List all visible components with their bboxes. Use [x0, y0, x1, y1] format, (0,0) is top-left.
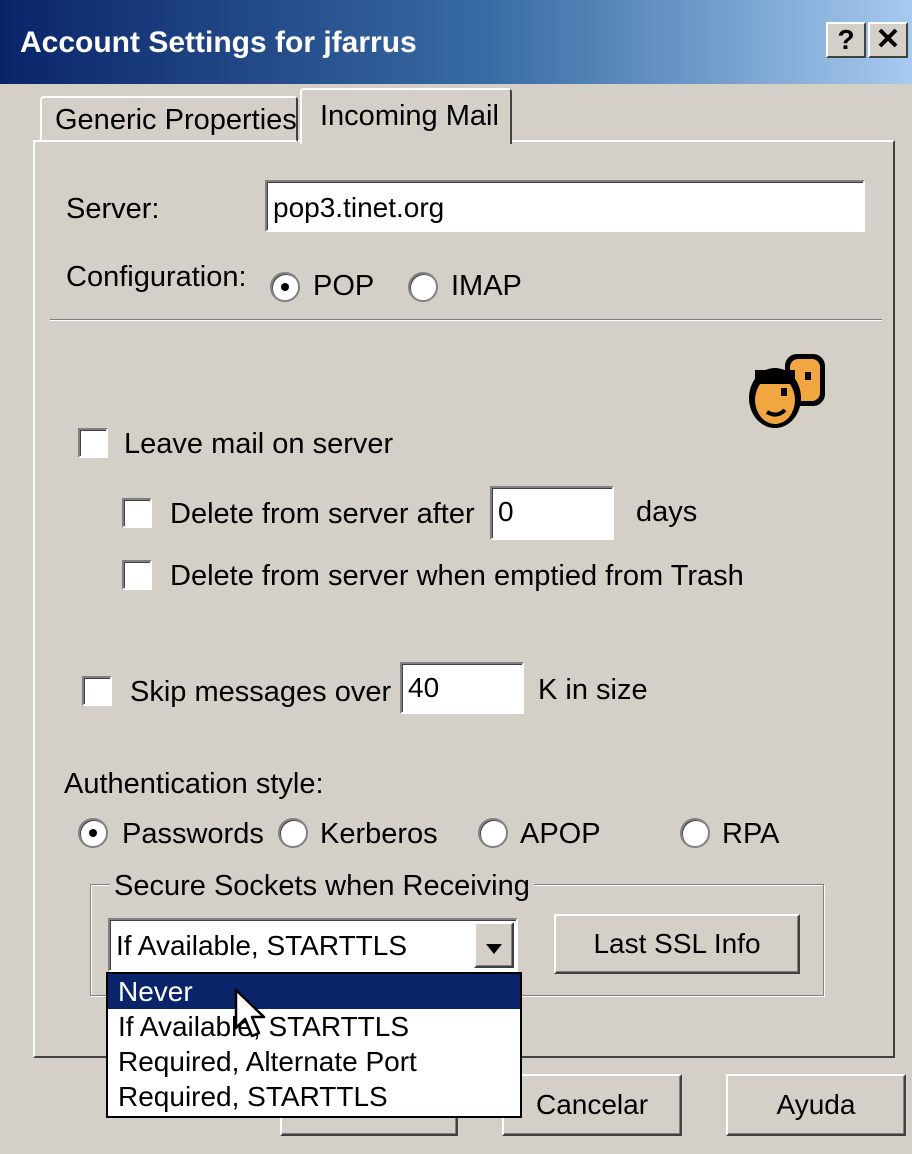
authentication-label: Authentication style: — [64, 768, 324, 800]
server-label: Server: — [66, 193, 160, 225]
close-button[interactable] — [868, 22, 908, 58]
last-ssl-info-button[interactable]: Last SSL Info — [554, 914, 800, 974]
skip-size-input[interactable]: 40 — [400, 662, 524, 714]
separator — [50, 319, 882, 321]
cancel-button[interactable]: Cancelar — [502, 1074, 682, 1136]
dropdown-arrow-button[interactable] — [474, 922, 514, 968]
chevron-down-icon — [486, 929, 502, 961]
dropdown-option-if-available[interactable]: If Available, STARTTLS — [108, 1009, 520, 1044]
secure-sockets-label: Secure Sockets when Receiving — [110, 872, 534, 901]
dropdown-option-never[interactable]: Never — [108, 974, 520, 1009]
tab-incoming-mail[interactable]: Incoming Mail — [300, 88, 512, 144]
configuration-label: Configuration: — [66, 261, 247, 293]
leave-mail-checkbox[interactable] — [78, 428, 108, 458]
server-input[interactable]: pop3.tinet.org — [265, 180, 865, 232]
tab-generic-properties[interactable]: Generic Properties — [40, 96, 298, 142]
delete-trash-label[interactable]: Delete from server when emptied from Tra… — [170, 562, 744, 591]
delete-after-days-input[interactable]: 0 — [490, 486, 614, 540]
tab-label: Incoming Mail — [320, 100, 499, 132]
help-footer-button[interactable]: Ayuda — [726, 1074, 906, 1136]
tab-label: Generic Properties — [55, 104, 297, 136]
skip-messages-checkbox[interactable] — [82, 676, 112, 706]
passwords-label[interactable]: Passwords — [122, 820, 264, 849]
help-button[interactable]: ? — [826, 22, 866, 58]
skip-messages-label[interactable]: Skip messages over — [130, 678, 391, 707]
leave-mail-label[interactable]: Leave mail on server — [124, 430, 393, 459]
dropdown-option-required-alternate-port[interactable]: Required, Alternate Port — [108, 1044, 520, 1079]
imap-label[interactable]: IMAP — [451, 272, 522, 301]
days-label: days — [636, 496, 698, 528]
apop-radio[interactable] — [478, 818, 508, 848]
delete-after-label[interactable]: Delete from server after — [170, 500, 475, 529]
kerberos-radio[interactable] — [278, 818, 308, 848]
imap-radio[interactable] — [408, 272, 438, 302]
window-title: Account Settings for jfarrus — [20, 26, 417, 59]
apop-label[interactable]: APOP — [520, 820, 601, 849]
delete-after-checkbox[interactable] — [122, 498, 152, 528]
rpa-label[interactable]: RPA — [722, 820, 779, 849]
kerberos-label[interactable]: Kerberos — [320, 820, 438, 849]
secure-sockets-value: If Available, STARTTLS — [116, 930, 408, 961]
passwords-radio[interactable] — [78, 818, 108, 848]
pop-radio[interactable] — [270, 272, 300, 302]
delete-trash-checkbox[interactable] — [122, 560, 152, 590]
dropdown-option-required-starttls[interactable]: Required, STARTTLS — [108, 1079, 520, 1114]
close-icon — [877, 24, 899, 56]
rpa-radio[interactable] — [680, 818, 710, 848]
mouse-cursor-icon — [234, 988, 270, 1042]
secure-sockets-dropdown-list[interactable]: Never If Available, STARTTLS Required, A… — [106, 972, 522, 1118]
people-icon — [745, 350, 830, 430]
pop-label[interactable]: POP — [313, 272, 374, 301]
secure-sockets-select[interactable]: If Available, STARTTLS — [108, 918, 518, 972]
size-unit-label: K in size — [538, 674, 648, 706]
